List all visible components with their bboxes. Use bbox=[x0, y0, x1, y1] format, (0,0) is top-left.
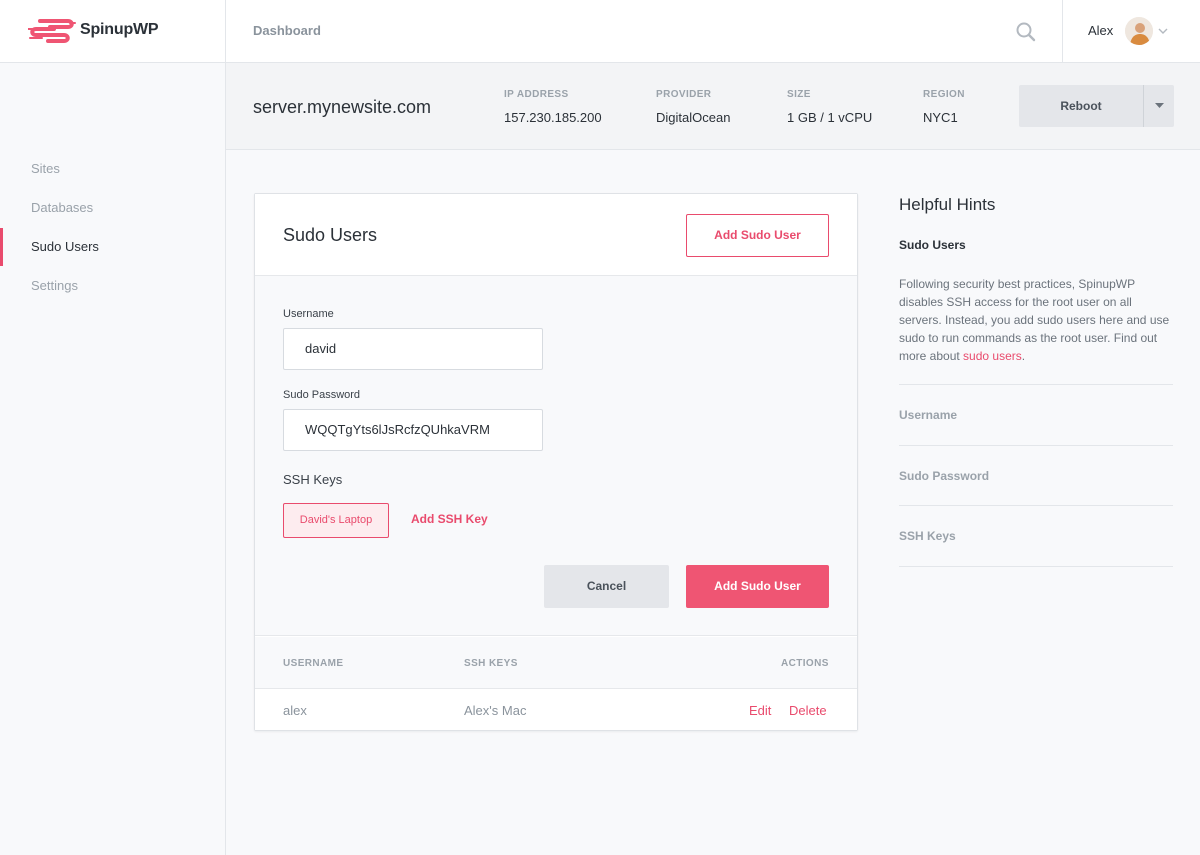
logo-text: SpinupWP bbox=[80, 21, 159, 38]
sudo-users-link[interactable]: sudo users bbox=[963, 349, 1022, 363]
sudo-users-card: Sudo Users Add Sudo User Username david … bbox=[254, 193, 858, 731]
sidebar-item-settings[interactable]: Settings bbox=[0, 267, 225, 305]
username-field[interactable]: david bbox=[283, 328, 543, 370]
breadcrumb[interactable]: Dashboard bbox=[253, 23, 321, 38]
hints-body: Following security best practices, Spinu… bbox=[899, 275, 1173, 365]
chevron-down-icon bbox=[1158, 28, 1168, 34]
ssh-keys-label: SSH Keys bbox=[283, 472, 343, 487]
user-name: Alex bbox=[1088, 23, 1114, 38]
username-label: Username bbox=[283, 308, 334, 320]
card-title: Sudo Users bbox=[283, 225, 378, 245]
top-bar: SpinupWP Dashboard Alex bbox=[0, 0, 1200, 63]
ip-address-value: 157.230.185.200 bbox=[504, 110, 602, 125]
hints-title: Helpful Hints bbox=[899, 195, 996, 214]
table-row: alex Alex's Mac Edit Delete bbox=[255, 689, 857, 730]
row-ssh-keys: Alex's Mac bbox=[464, 703, 527, 718]
reboot-dropdown-toggle[interactable] bbox=[1143, 85, 1174, 127]
add-sudo-user-header-button[interactable]: Add Sudo User bbox=[686, 214, 829, 257]
delete-link[interactable]: Delete bbox=[789, 703, 827, 718]
hint-item-username[interactable]: Username bbox=[899, 384, 1173, 445]
column-username: USERNAME bbox=[283, 658, 344, 669]
cancel-button[interactable]: Cancel bbox=[544, 565, 669, 608]
server-name: server.mynewsite.com bbox=[253, 97, 432, 117]
hints-body-end: . bbox=[1021, 349, 1026, 363]
search-button[interactable] bbox=[1012, 18, 1040, 46]
ssh-key-chip[interactable]: David's Laptop bbox=[283, 503, 389, 538]
region-value: NYC1 bbox=[923, 110, 958, 125]
column-ssh-keys: SSH KEYS bbox=[464, 658, 518, 669]
size-value: 1 GB / 1 vCPU bbox=[787, 110, 873, 125]
region-label: REGION bbox=[923, 89, 965, 100]
server-info-bar: server.mynewsite.com IP ADDRESS 157.230.… bbox=[226, 63, 1200, 150]
edit-link[interactable]: Edit bbox=[749, 703, 771, 718]
sidebar-item-sudo-users[interactable]: Sudo Users bbox=[0, 228, 225, 266]
sudo-password-field[interactable]: WQQTgYts6lJsRcfzQUhkaVRM bbox=[283, 409, 543, 451]
provider-value: DigitalOcean bbox=[656, 110, 731, 125]
ip-address-label: IP ADDRESS bbox=[504, 89, 569, 100]
avatar bbox=[1125, 17, 1153, 45]
sidebar-item-sites[interactable]: Sites bbox=[0, 150, 225, 188]
avatar-image-icon bbox=[1125, 17, 1153, 45]
hint-item-sudo-password[interactable]: Sudo Password bbox=[899, 445, 1173, 506]
sidebar-item-databases[interactable]: Databases bbox=[0, 189, 225, 227]
row-username: alex bbox=[283, 703, 307, 718]
reboot-button-group: Reboot bbox=[1019, 85, 1174, 127]
hints-subtitle: Sudo Users bbox=[899, 238, 966, 252]
add-ssh-key-link[interactable]: Add SSH Key bbox=[411, 512, 488, 526]
caret-down-icon bbox=[1155, 103, 1164, 108]
table-header: USERNAME SSH KEYS ACTIONS bbox=[255, 637, 857, 689]
search-icon bbox=[1016, 22, 1036, 42]
size-label: SIZE bbox=[787, 89, 811, 100]
provider-label: PROVIDER bbox=[656, 89, 712, 100]
hint-item-ssh-keys[interactable]: SSH Keys bbox=[899, 505, 1173, 566]
sudo-password-label: Sudo Password bbox=[283, 389, 361, 401]
hints-body-text: Following security best practices, Spinu… bbox=[899, 277, 1170, 363]
card-header: Sudo Users Add Sudo User bbox=[255, 194, 857, 276]
sidebar: Sites Databases Sudo Users Settings bbox=[0, 63, 226, 855]
add-sudo-user-form: Username david Sudo Password WQQTgYts6lJ… bbox=[255, 276, 857, 636]
column-actions: ACTIONS bbox=[781, 658, 829, 669]
add-sudo-user-submit-button[interactable]: Add Sudo User bbox=[686, 565, 829, 608]
user-menu[interactable]: Alex bbox=[1062, 0, 1200, 63]
logo[interactable]: SpinupWP bbox=[0, 0, 226, 63]
hints-divider bbox=[899, 566, 1173, 567]
spinupwp-logo-icon bbox=[28, 19, 76, 43]
reboot-button[interactable]: Reboot bbox=[1019, 85, 1143, 127]
